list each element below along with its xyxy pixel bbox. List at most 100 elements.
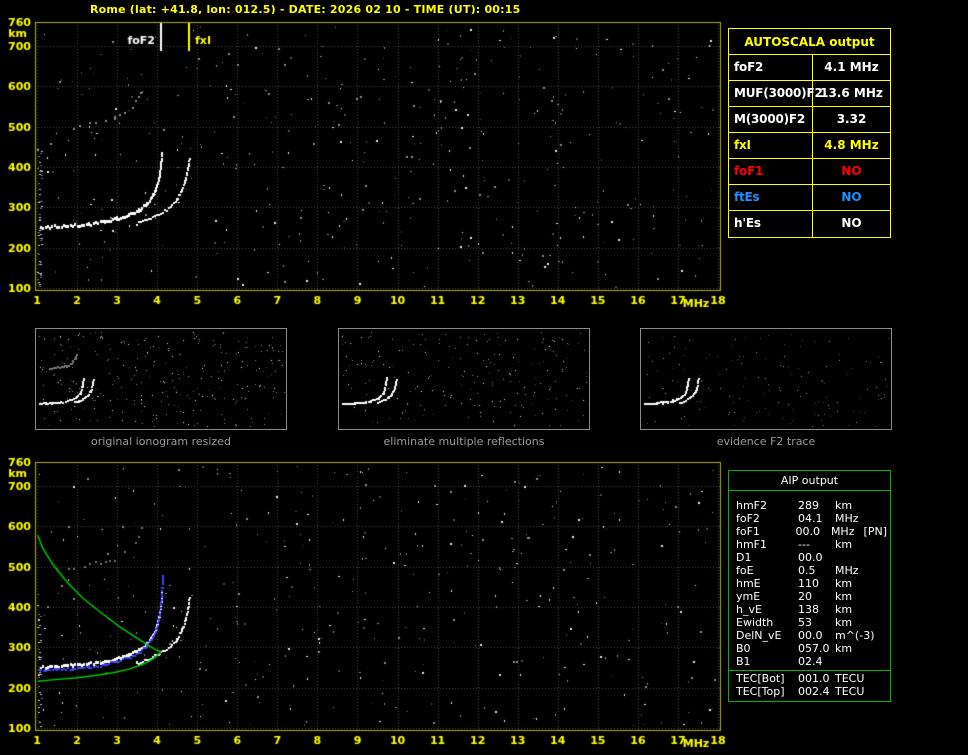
thumbnail-1: eliminate multiple reflections: [338, 328, 590, 448]
aip-param-unit: km: [835, 642, 853, 655]
aip-param-unit: km: [835, 499, 853, 512]
aip-row-TEC[Top]: TEC[Top] 002.4 TECU: [729, 685, 890, 698]
aip-param-note: [869, 499, 890, 512]
autoscala-output-table: AUTOSCALA output foF2 4.1 MHz MUF(3000)F2 1…: [728, 28, 891, 238]
autoscala-row-foF2: foF2 4.1 MHz: [729, 55, 890, 81]
aip-table-body: hmF2 289 km foF2 04.1 MHz foF1 00.0 MHz [PN] hmF1 -…: [729, 499, 890, 668]
aip-param-note: [869, 629, 890, 642]
aip-param-value: 289: [798, 499, 819, 512]
aip-param-label: DelN_vE: [736, 629, 782, 642]
aip-param-label: hmF2: [736, 499, 768, 512]
aip-param-note: [869, 577, 890, 590]
aip-separator-line: [729, 670, 890, 671]
aip-param-note: [869, 685, 890, 698]
aip-param-value: 057.0: [798, 642, 830, 655]
thumbnail-ionogram-canvas-0: [35, 328, 287, 430]
aip-row-foF1: foF1 00.0 MHz [PN]: [729, 525, 890, 538]
aip-table-header: AIP output: [729, 471, 890, 491]
autoscala-param-label: M(3000)F2: [729, 107, 813, 132]
thumbnail-ionogram-canvas-2: [640, 328, 892, 430]
autoscala-param-label: h'Es: [729, 211, 813, 237]
aip-row-foE: foE 0.5 MHz: [729, 564, 890, 577]
aip-param-unit: km: [835, 538, 853, 551]
aip-param-unit: m^(-3): [835, 629, 875, 642]
aip-param-unit: [835, 551, 869, 564]
aip-param-unit: [835, 655, 869, 668]
aip-param-value: 00.0: [798, 629, 823, 642]
aip-row-DelN_vE: DelN_vE 00.0 m^(-3): [729, 629, 890, 642]
aip-row-foF2: foF2 04.1 MHz: [729, 512, 890, 525]
aip-param-value: 02.4: [798, 655, 823, 668]
aip-param-note: [869, 512, 890, 525]
thumbnail-caption: eliminate multiple reflections: [383, 435, 545, 448]
autoscala-row-M(3000)F2: M(3000)F2 3.32: [729, 107, 890, 133]
ionogram-plot-bottom: [0, 454, 736, 754]
autoscala-param-value: NO: [841, 190, 862, 204]
aip-param-value: 0.5: [798, 564, 816, 577]
aip-param-label: foF2: [736, 512, 760, 525]
autoscala-param-value: NO: [841, 164, 862, 178]
autoscala-param-value: 4.1 MHz: [824, 60, 879, 74]
aip-param-value: ---: [798, 538, 810, 551]
aip-row-D1: D1 00.0: [729, 551, 890, 564]
aip-param-label: B1: [736, 655, 751, 668]
aip-param-label: TEC[Top]: [736, 685, 785, 698]
aip-param-label: foE: [736, 564, 754, 577]
aip-param-value: 00.0: [795, 525, 820, 538]
autoscala-param-label: MUF(3000)F2: [729, 81, 823, 106]
aip-param-value: 04.1: [798, 512, 823, 525]
aip-param-label: foF1: [736, 525, 760, 538]
aip-param-note: [869, 655, 890, 668]
aip-param-note: [869, 551, 890, 564]
aip-param-value: 00.0: [798, 551, 823, 564]
aip-row-Ewidth: Ewidth 53 km: [729, 616, 890, 629]
aip-param-unit: km: [835, 616, 853, 629]
aip-param-value: 53: [798, 616, 812, 629]
autoscala-param-label: foF2: [729, 55, 813, 80]
aip-param-label: TEC[Bot]: [736, 672, 785, 685]
aip-param-value: 110: [798, 577, 819, 590]
autoscala-table-header: AUTOSCALA output: [729, 29, 890, 55]
thumbnail-ionogram-canvas-1: [338, 328, 590, 430]
aip-tec-rows: TEC[Bot] 001.0 TECU TEC[Top] 002.4 TECU: [729, 672, 890, 698]
autoscala-table-body: foF2 4.1 MHz MUF(3000)F2 13.6 MHz M(3000)F2 3…: [729, 55, 890, 237]
aip-param-label: D1: [736, 551, 752, 564]
aip-row-B0: B0 057.0 km: [729, 642, 890, 655]
aip-param-label: h_vE: [736, 603, 762, 616]
aip-param-label: hmF1: [736, 538, 768, 551]
aip-param-value: 138: [798, 603, 819, 616]
aip-param-unit: MHz: [835, 564, 859, 577]
aip-param-note: [869, 538, 890, 551]
aip-row-hmF1: hmF1 --- km: [729, 538, 890, 551]
autoscala-param-value: 3.32: [836, 112, 867, 126]
autoscala-param-label: foF1: [729, 159, 813, 184]
aip-param-unit: TECU: [835, 685, 865, 698]
aip-param-note: [869, 590, 890, 603]
aip-param-value: 20: [798, 590, 812, 603]
autoscala-row-MUF(3000)F2: MUF(3000)F2 13.6 MHz: [729, 81, 890, 107]
aip-param-note: [869, 642, 890, 655]
aip-param-label: ymE: [736, 590, 761, 603]
aip-param-value: 001.0: [798, 672, 830, 685]
thumbnail-2: evidence F2 trace: [640, 328, 892, 448]
aip-param-unit: km: [835, 590, 853, 603]
aip-param-label: hmE: [736, 577, 761, 590]
aip-row-TEC[Bot]: TEC[Bot] 001.0 TECU: [729, 672, 890, 685]
thumbnail-0: original ionogram resized: [35, 328, 287, 448]
aip-param-label: Ewidth: [736, 616, 774, 629]
autoscala-row-foF1: foF1 NO: [729, 159, 890, 185]
autoscala-row-ftEs: ftEs NO: [729, 185, 890, 211]
aip-row-h_vE: h_vE 138 km: [729, 603, 890, 616]
autoscala-row-h'Es: h'Es NO: [729, 211, 890, 237]
autoscala-row-fxI: fxI 4.8 MHz: [729, 133, 890, 159]
aip-param-unit: km: [835, 577, 853, 590]
autoscala-param-label: fxI: [729, 133, 813, 158]
ionogram-plot-main: [0, 14, 736, 314]
aip-row-hmE: hmE 110 km: [729, 577, 890, 590]
aip-param-note: [PN]: [863, 525, 887, 538]
aip-row-B1: B1 02.4: [729, 655, 890, 668]
thumbnail-caption: original ionogram resized: [91, 435, 231, 448]
aip-param-unit: MHz: [830, 525, 855, 538]
aip-param-unit: TECU: [835, 672, 865, 685]
thumbnail-caption: evidence F2 trace: [716, 435, 816, 448]
